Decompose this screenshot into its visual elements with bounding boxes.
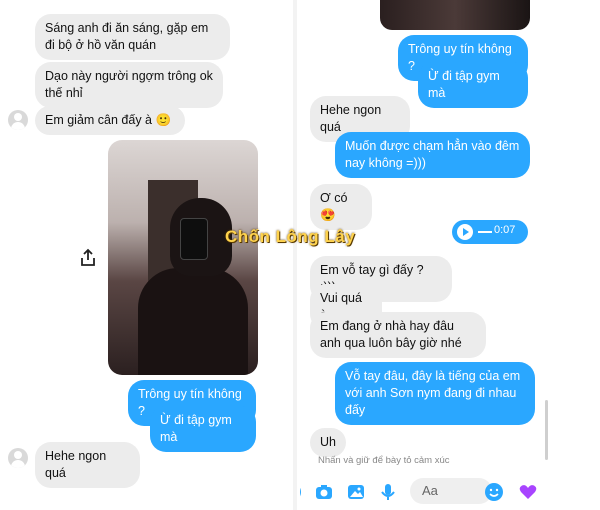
emoji-icon[interactable] xyxy=(484,482,504,502)
avatar xyxy=(8,110,28,130)
message-bubble: Hehe ngon quá xyxy=(35,442,140,488)
panel-divider xyxy=(293,0,297,510)
left-chat-panel: Sáng anh đi ăn sáng, gặp em đi bộ ở hồ v… xyxy=(0,0,290,510)
photo-message[interactable] xyxy=(108,140,258,375)
camera-icon[interactable] xyxy=(314,482,334,502)
message-input[interactable]: Aa xyxy=(410,478,492,504)
message-bubble: Em giảm cân đấy à 🙂 xyxy=(35,106,185,135)
message-bubble-out: Vỗ tay đâu, đây là tiếng của em với anh … xyxy=(335,362,535,425)
photo-phone xyxy=(180,218,208,260)
message-bubble-out: Muốn được chạm hẳn vào đêm nay không =))… xyxy=(335,132,530,178)
play-icon[interactable] xyxy=(456,223,474,241)
avatar xyxy=(8,448,28,468)
right-chat-panel: Trông uy tín không ? Ừ đi tập gym mà Heh… xyxy=(300,0,600,510)
photo-message-top[interactable] xyxy=(380,0,530,30)
image-icon[interactable] xyxy=(346,482,366,502)
heart-icon[interactable] xyxy=(518,482,538,502)
message-bubble: Sáng anh đi ăn sáng, gặp em đi bộ ở hồ v… xyxy=(35,14,230,60)
audio-duration: 0:07 xyxy=(494,224,516,236)
message-bubble: Em đang ở nhà hay đâu anh qua luôn bây g… xyxy=(310,312,486,358)
audio-progress xyxy=(478,231,492,233)
mic-icon[interactable] xyxy=(378,482,398,502)
photo-person-body xyxy=(138,268,248,375)
scrollbar[interactable] xyxy=(545,400,548,460)
message-bubble-out: Ừ đi tập gym mà xyxy=(150,406,256,452)
message-bubble: Dạo này người ngợm trông ok thế nhỉ xyxy=(35,62,223,108)
share-icon[interactable] xyxy=(78,248,98,268)
message-bubble: Ơ có 😍 xyxy=(310,184,372,230)
message-bubble: Uh xyxy=(310,428,346,457)
audio-message[interactable]: 0:07 xyxy=(452,220,528,244)
message-bubble-out: Ừ đi tập gym mà xyxy=(418,62,528,108)
plus-icon[interactable] xyxy=(300,482,302,502)
reaction-hint: Nhấn và giữ để bày tỏ cảm xúc xyxy=(318,455,450,466)
watermark: Chốn Lông Lây xyxy=(225,227,356,246)
